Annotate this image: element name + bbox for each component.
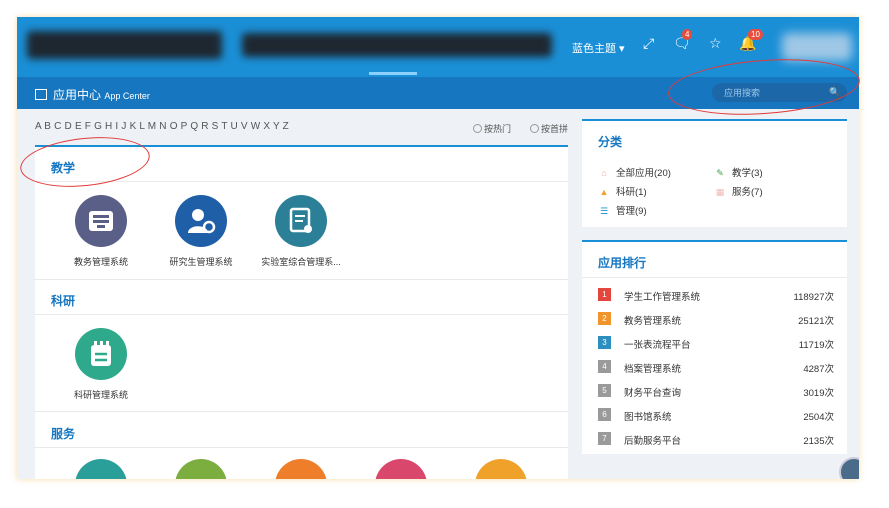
document-chart-icon (275, 195, 327, 247)
app-icon (275, 459, 327, 479)
ranking-item[interactable]: 3 一张表流程平台 11719次 (598, 336, 834, 351)
ranking-item[interactable]: 7 后勤服务平台 2135次 (598, 432, 834, 447)
category-all[interactable]: ⌂ 全部应用(20) (598, 165, 671, 179)
floating-avatar[interactable] (839, 457, 859, 479)
app-center-title-en: App Center (104, 91, 150, 101)
inbox-tray-icon (75, 195, 127, 247)
app-item[interactable]: 实验室综合管理系... (251, 195, 351, 268)
category-teaching[interactable]: ✎ 教学(3) (714, 165, 762, 179)
ranking-item[interactable]: 1 学生工作管理系统 118927次 (598, 288, 834, 303)
app-item[interactable] (251, 459, 351, 479)
user-gear-icon (175, 195, 227, 247)
ranking-item[interactable]: 2 教务管理系统 25121次 (598, 312, 834, 327)
app-list-panel: 教学 教务管理系统 研究生管理系统 实验室综合管理系... 科研 科研管理系统 … (35, 145, 568, 479)
message-icon[interactable]: 🗨 4 (673, 29, 693, 52)
star-icon[interactable]: ☆ (709, 35, 722, 52)
app-item[interactable] (451, 459, 551, 479)
radio-icon (530, 124, 539, 133)
divider (35, 314, 568, 315)
app-item[interactable] (51, 459, 151, 479)
app-item[interactable]: 研究生管理系统 (151, 195, 251, 268)
app-item[interactable]: 科研管理系统 (51, 328, 151, 401)
category-management[interactable]: ☰ 管理(9) (598, 203, 647, 217)
app-icon (375, 459, 427, 479)
ranking-item[interactable]: 4 档案管理系统 4287次 (598, 360, 834, 375)
notify-badge: 10 (748, 29, 763, 40)
calendar-icon: ▦ (715, 187, 725, 197)
divider (35, 447, 568, 448)
bell-icon[interactable]: 🔔 10 (739, 29, 763, 52)
divider (35, 181, 568, 182)
app-icon (175, 459, 227, 479)
app-item[interactable] (351, 459, 451, 479)
ranking-title: 应用排行 (598, 256, 647, 270)
active-nav-indicator (369, 72, 417, 75)
divider (582, 277, 847, 278)
ranking-item[interactable]: 6 图书馆系统 2504次 (598, 408, 834, 423)
redacted-nav-menu (242, 33, 552, 57)
sort-by-initial[interactable]: 按首拼 (530, 122, 568, 135)
section-title-service: 服务 (51, 427, 76, 441)
app-icon (75, 459, 127, 479)
list-icon: ☰ (599, 206, 609, 216)
category-title: 分类 (598, 135, 623, 149)
pencil-icon: ✎ (716, 168, 724, 178)
notepad-icon (75, 328, 127, 380)
app-icon (475, 459, 527, 479)
category-panel: 分类 ⌂ 全部应用(20) ✎ 教学(3) ▲ 科研(1) ▦ 服务(7) ☰ 管理(9) (582, 119, 847, 227)
app-item[interactable] (151, 459, 251, 479)
ranking-item[interactable]: 5 财务平台查询 3019次 (598, 384, 834, 399)
flask-icon: ▲ (599, 187, 609, 197)
app-item[interactable]: 教务管理系统 (51, 195, 151, 268)
fullscreen-icon[interactable]: ⤢ (643, 35, 654, 52)
alphabet-filter[interactable]: A B C D E F G H I J K L M N O P Q R S T … (35, 121, 289, 132)
message-badge: 4 (682, 29, 693, 40)
sort-by-hot[interactable]: 按热门 (473, 122, 511, 135)
ranking-panel: 应用排行 1 学生工作管理系统 118927次 2 教务管理系统 25121次 3 一张表… (582, 240, 847, 454)
theme-switcher[interactable]: 蓝色主题 ▾ (572, 40, 625, 56)
app-center-icon (35, 89, 47, 100)
section-title-research: 科研 (51, 294, 76, 308)
home-icon: ⌂ (601, 168, 607, 178)
redacted-logo (27, 31, 222, 59)
category-service[interactable]: ▦ 服务(7) (714, 184, 763, 198)
category-research[interactable]: ▲ 科研(1) (598, 184, 647, 198)
radio-icon (473, 124, 482, 133)
divider (35, 411, 568, 412)
redacted-user-avatar[interactable] (782, 33, 852, 61)
app-center-title: 应用中心 App Center (35, 86, 150, 103)
divider (35, 279, 568, 280)
